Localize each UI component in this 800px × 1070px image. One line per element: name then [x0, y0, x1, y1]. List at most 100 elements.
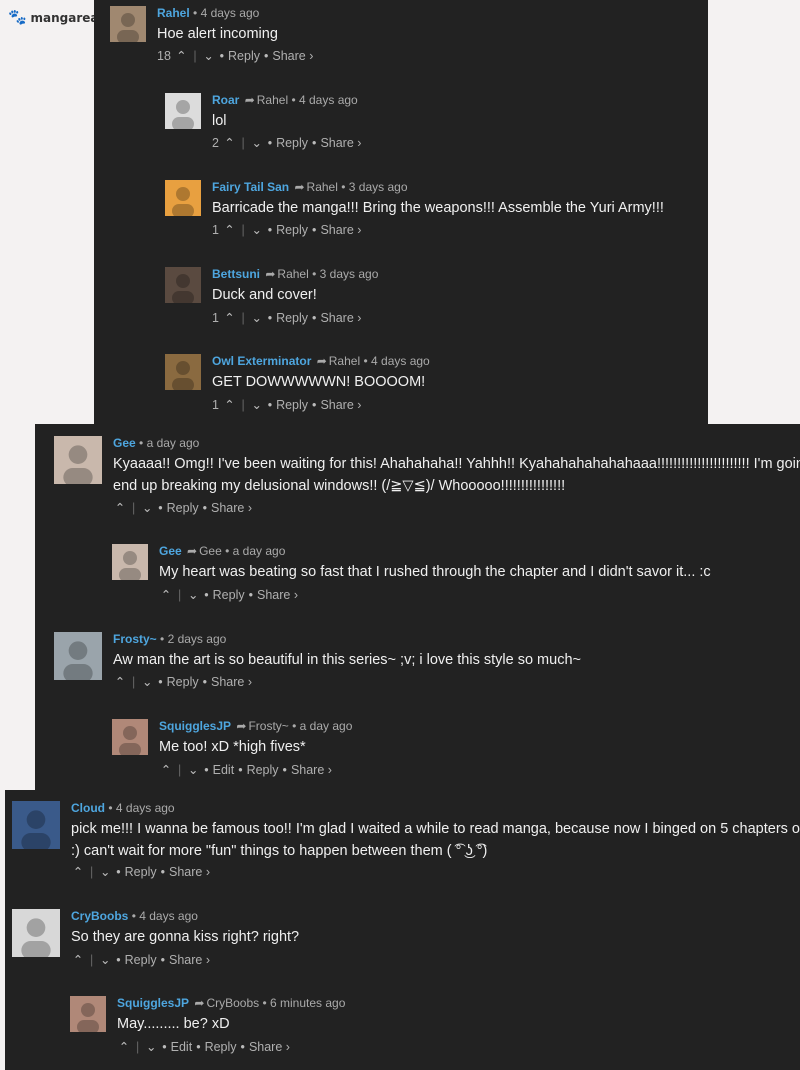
author-name[interactable]: CryBoobs	[71, 909, 128, 923]
timestamp[interactable]: 4 days ago	[371, 354, 430, 368]
downvote-icon[interactable]: ⌄	[250, 398, 264, 413]
author-name[interactable]: Gee	[113, 436, 136, 450]
share-link[interactable]: Share ›	[211, 501, 252, 516]
downvote-icon[interactable]: ⌄	[98, 865, 112, 880]
reply-link[interactable]: Reply	[125, 953, 157, 968]
reply-link[interactable]: Reply	[213, 588, 245, 603]
downvote-icon[interactable]: ⌄	[140, 675, 154, 690]
upvote-icon[interactable]: ⌃	[117, 1040, 131, 1055]
upvote-icon[interactable]: ⌃	[222, 398, 236, 413]
upvote-icon[interactable]: ⌃	[222, 223, 236, 238]
avatar[interactable]	[165, 93, 201, 129]
meta-separator: •	[225, 544, 230, 558]
avatar[interactable]	[54, 632, 102, 680]
timestamp[interactable]: 4 days ago	[299, 93, 358, 107]
author-name[interactable]: Rahel	[157, 6, 190, 20]
timestamp[interactable]: a day ago	[147, 436, 200, 450]
upvote-icon[interactable]: ⌃	[71, 953, 85, 968]
edit-link[interactable]: Edit	[213, 763, 235, 778]
author-name[interactable]: Owl Exterminator	[212, 354, 311, 368]
downvote-icon[interactable]: ⌄	[250, 136, 264, 151]
parent-author[interactable]: CryBoobs	[206, 996, 259, 1010]
upvote-icon[interactable]: ⌃	[174, 49, 188, 64]
reply-link[interactable]: Reply	[125, 865, 157, 880]
share-link[interactable]: Share ›	[291, 763, 332, 778]
author-name[interactable]: SquigglesJP	[159, 719, 231, 733]
share-link[interactable]: Share ›	[320, 136, 361, 151]
downvote-icon[interactable]: ⌄	[250, 223, 264, 238]
comment-actions: 1 ⌃ | ⌄ • Reply • Share ›	[212, 223, 362, 238]
author-name[interactable]: Gee	[159, 544, 182, 558]
avatar[interactable]	[112, 719, 148, 755]
reply-link[interactable]: Reply	[228, 49, 260, 64]
parent-author[interactable]: Frosty~	[248, 719, 288, 733]
avatar[interactable]	[110, 6, 146, 42]
share-link[interactable]: Share ›	[320, 398, 361, 413]
share-link[interactable]: Share ›	[169, 953, 210, 968]
downvote-icon[interactable]: ⌄	[98, 953, 112, 968]
reply-link[interactable]: Reply	[247, 763, 279, 778]
timestamp[interactable]: 6 minutes ago	[270, 996, 345, 1010]
author-name[interactable]: Roar	[212, 93, 239, 107]
timestamp[interactable]: 2 days ago	[168, 632, 227, 646]
upvote-icon[interactable]: ⌃	[222, 311, 236, 326]
parent-author[interactable]: Gee	[199, 544, 222, 558]
avatar[interactable]	[54, 436, 102, 484]
comment-text: Me too! xD *high fives*	[159, 739, 306, 755]
downvote-icon[interactable]: ⌄	[250, 311, 264, 326]
avatar[interactable]	[165, 267, 201, 303]
parent-author[interactable]: Rahel	[307, 180, 338, 194]
timestamp[interactable]: a day ago	[233, 544, 286, 558]
vote-divider: |	[241, 223, 245, 238]
reply-arrow-icon: ➦	[194, 996, 205, 1010]
parent-author[interactable]: Rahel	[277, 267, 308, 281]
share-link[interactable]: Share ›	[272, 49, 313, 64]
downvote-icon[interactable]: ⌄	[144, 1040, 158, 1055]
timestamp[interactable]: 4 days ago	[116, 801, 175, 815]
avatar[interactable]	[12, 801, 60, 849]
edit-link[interactable]: Edit	[171, 1040, 193, 1055]
avatar[interactable]	[165, 180, 201, 216]
timestamp[interactable]: 3 days ago	[349, 180, 408, 194]
avatar[interactable]	[112, 544, 148, 580]
reply-link[interactable]: Reply	[276, 398, 308, 413]
share-link[interactable]: Share ›	[320, 223, 361, 238]
upvote-icon[interactable]: ⌃	[159, 763, 173, 778]
reply-link[interactable]: Reply	[167, 501, 199, 516]
reply-link[interactable]: Reply	[276, 136, 308, 151]
parent-author[interactable]: Rahel	[257, 93, 288, 107]
author-name[interactable]: Fairy Tail San	[212, 180, 289, 194]
timestamp[interactable]: a day ago	[300, 719, 353, 733]
vote-count: 1	[212, 311, 219, 326]
upvote-icon[interactable]: ⌃	[159, 588, 173, 603]
upvote-icon[interactable]: ⌃	[113, 675, 127, 690]
avatar[interactable]	[70, 996, 106, 1032]
author-name[interactable]: Cloud	[71, 801, 105, 815]
author-name[interactable]: Frosty~	[113, 632, 157, 646]
downvote-icon[interactable]: ⌄	[140, 501, 154, 516]
share-link[interactable]: Share ›	[257, 588, 298, 603]
reply-link[interactable]: Reply	[276, 311, 308, 326]
upvote-icon[interactable]: ⌃	[71, 865, 85, 880]
share-link[interactable]: Share ›	[169, 865, 210, 880]
share-link[interactable]: Share ›	[249, 1040, 290, 1055]
avatar[interactable]	[12, 909, 60, 957]
author-name[interactable]: SquigglesJP	[117, 996, 189, 1010]
upvote-icon[interactable]: ⌃	[113, 501, 127, 516]
downvote-icon[interactable]: ⌄	[202, 49, 216, 64]
reply-link[interactable]: Reply	[205, 1040, 237, 1055]
timestamp[interactable]: 4 days ago	[139, 909, 198, 923]
author-name[interactable]: Bettsuni	[212, 267, 260, 281]
upvote-icon[interactable]: ⌃	[222, 136, 236, 151]
reply-link[interactable]: Reply	[276, 223, 308, 238]
parent-author[interactable]: Rahel	[329, 354, 360, 368]
downvote-icon[interactable]: ⌄	[186, 588, 200, 603]
downvote-icon[interactable]: ⌄	[186, 763, 200, 778]
share-link[interactable]: Share ›	[320, 311, 361, 326]
avatar[interactable]	[165, 354, 201, 390]
reply-link[interactable]: Reply	[167, 675, 199, 690]
timestamp[interactable]: 4 days ago	[201, 6, 260, 20]
comment-actions: ⌃ | ⌄ • Edit • Reply • Share ›	[159, 763, 332, 778]
share-link[interactable]: Share ›	[211, 675, 252, 690]
timestamp[interactable]: 3 days ago	[320, 267, 379, 281]
